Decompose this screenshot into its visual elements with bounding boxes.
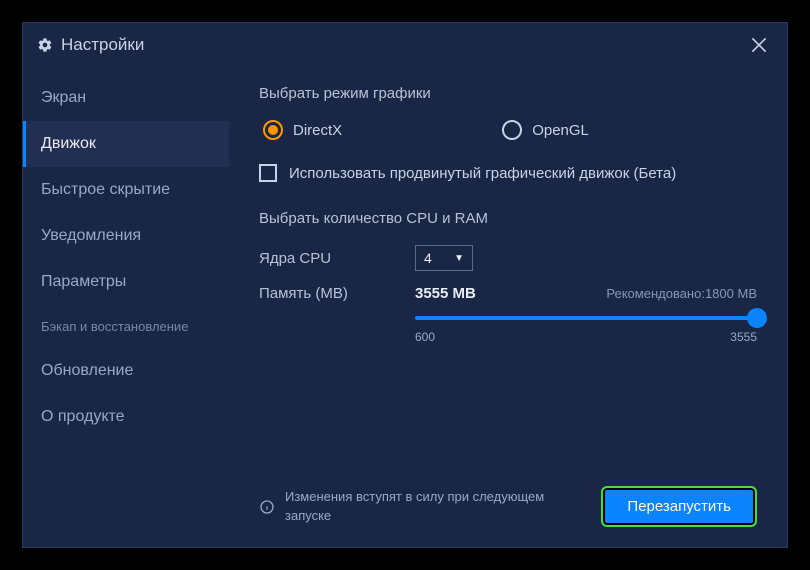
radio-icon <box>263 120 283 140</box>
close-icon[interactable] <box>745 31 773 59</box>
slider-thumb[interactable] <box>747 308 767 328</box>
radio-label: DirectX <box>293 122 342 139</box>
sidebar-item-label: Уведомления <box>41 227 141 244</box>
radio-label: OpenGL <box>532 122 589 139</box>
checkbox-label: Использовать продвинутый графический дви… <box>289 165 676 182</box>
cpu-cores-row: Ядра CPU 4 ▼ <box>259 245 757 271</box>
cpu-cores-select[interactable]: 4 ▼ <box>415 245 473 271</box>
cpu-cores-label: Ядра CPU <box>259 250 415 267</box>
cpu-ram-title: Выбрать количество CPU и RAM <box>259 210 757 227</box>
slider-max: 3555 <box>730 330 757 344</box>
slider-min: 600 <box>415 330 435 344</box>
chevron-down-icon: ▼ <box>454 253 464 264</box>
checkbox-icon <box>259 164 277 182</box>
sidebar-item-backup[interactable]: Бэкап и восстановление <box>23 305 229 348</box>
graphics-mode-title: Выбрать режим графики <box>259 85 757 102</box>
memory-row: Память (MB) 3555 MB Рекомендовано:1800 M… <box>259 285 757 302</box>
sidebar-item-quickhide[interactable]: Быстрое скрытие <box>23 167 229 213</box>
radio-icon <box>502 120 522 140</box>
sidebar-item-label: Параметры <box>41 273 126 290</box>
advanced-engine-checkbox[interactable]: Использовать продвинутый графический дви… <box>259 164 757 182</box>
memory-label: Память (MB) <box>259 285 415 302</box>
radio-directx[interactable]: DirectX <box>263 120 342 140</box>
footer: Изменения вступят в силу при следующем з… <box>259 486 757 527</box>
sidebar-item-preferences[interactable]: Параметры <box>23 259 229 305</box>
sidebar-item-update[interactable]: Обновление <box>23 348 229 394</box>
memory-value: 3555 MB <box>415 285 476 302</box>
select-value: 4 <box>424 250 432 266</box>
graphics-radio-group: DirectX OpenGL <box>259 120 757 140</box>
sidebar-item-label: Быстрое скрытие <box>41 181 170 198</box>
sidebar-item-screen[interactable]: Экран <box>23 75 229 121</box>
sidebar-item-label: Экран <box>41 89 86 106</box>
sidebar: Экран Движок Быстрое скрытие Уведомления… <box>23 67 229 547</box>
titlebar: Настройки <box>23 23 787 67</box>
radio-opengl[interactable]: OpenGL <box>502 120 589 140</box>
sidebar-item-engine[interactable]: Движок <box>23 121 229 167</box>
info-text: Изменения вступят в силу при следующем з… <box>285 488 585 524</box>
slider-track <box>415 316 757 320</box>
restart-button[interactable]: Перезапустить <box>601 486 757 527</box>
sidebar-item-label: Движок <box>41 135 96 152</box>
sidebar-item-notifications[interactable]: Уведомления <box>23 213 229 259</box>
sidebar-item-label: Обновление <box>41 362 133 379</box>
sidebar-item-label: О продукте <box>41 408 125 425</box>
slider-range-labels: 600 3555 <box>415 330 757 344</box>
window-title: Настройки <box>61 35 144 55</box>
memory-recommended: Рекомендовано:1800 MB <box>606 286 757 301</box>
sidebar-item-about[interactable]: О продукте <box>23 394 229 440</box>
memory-slider[interactable]: 600 3555 <box>415 316 757 344</box>
gear-icon <box>37 37 53 53</box>
main-panel: Выбрать режим графики DirectX OpenGL Исп… <box>229 67 787 547</box>
sidebar-item-label: Бэкап и восстановление <box>41 319 188 334</box>
settings-window: Настройки Экран Движок Быстрое скрытие У… <box>22 22 788 548</box>
info-icon <box>259 499 275 515</box>
